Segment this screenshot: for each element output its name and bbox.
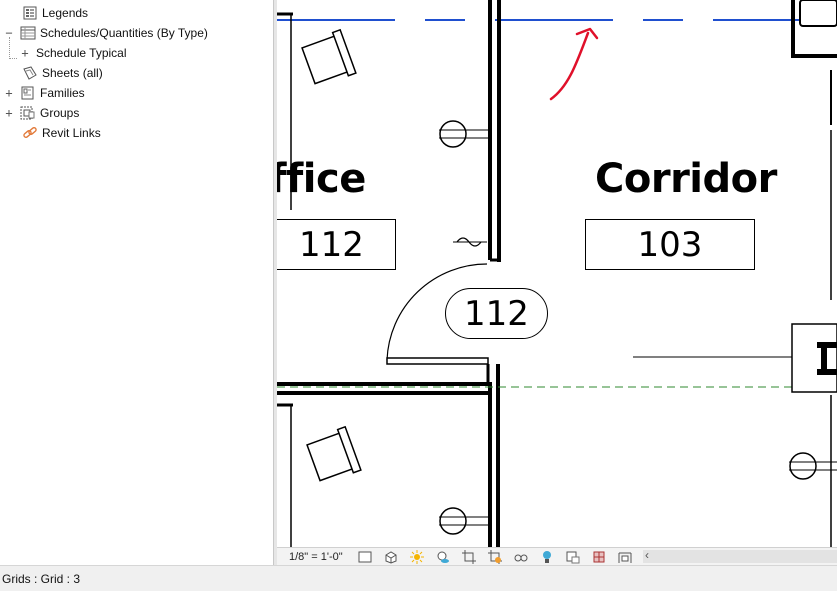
- room-number-corridor[interactable]: 103: [585, 219, 755, 270]
- tree-item-label: Legends: [42, 6, 89, 20]
- tree-item-families[interactable]: + Families: [4, 83, 85, 103]
- analytical-model-icon[interactable]: [591, 549, 607, 565]
- tree-item-label: Groups: [40, 106, 80, 120]
- tree-expander: [6, 68, 16, 78]
- tree-expander: [6, 8, 16, 18]
- expand-icon[interactable]: +: [4, 86, 14, 100]
- scroll-left-icon[interactable]: ‹: [645, 548, 649, 562]
- crop-view-icon[interactable]: [461, 549, 477, 565]
- visual-style-icon[interactable]: [383, 549, 399, 565]
- legend-icon: [22, 5, 38, 21]
- tree-item-label: Families: [40, 86, 85, 100]
- status-bar: Grids : Grid : 3: [0, 565, 837, 591]
- shadows-icon[interactable]: [435, 549, 451, 565]
- tree-item-label: Sheets (all): [42, 66, 103, 80]
- tree-item-groups[interactable]: + Groups: [4, 103, 79, 123]
- door-tag[interactable]: 112: [445, 288, 548, 339]
- tree-item-schedule-typical[interactable]: + Schedule Typical: [20, 43, 127, 63]
- show-crop-icon[interactable]: [487, 549, 503, 565]
- sun-path-icon[interactable]: [409, 549, 425, 565]
- highlight-displacement-icon[interactable]: [617, 549, 633, 565]
- drawing-area[interactable]: ffice 112 Corridor 103 112: [277, 0, 837, 547]
- reveal-hidden-icon[interactable]: [539, 549, 555, 565]
- expand-icon[interactable]: +: [4, 106, 14, 120]
- tree-item-legends[interactable]: Legends: [6, 3, 88, 23]
- view-control-bar: 1/8" = 1'-0" ‹: [277, 547, 837, 565]
- tree-item-revit-links[interactable]: Revit Links: [6, 123, 101, 143]
- families-icon: [20, 85, 36, 101]
- revit-links-icon: [22, 125, 38, 141]
- tree-item-label: Schedule Typical: [36, 46, 127, 60]
- room-name-corridor[interactable]: Corridor: [595, 156, 777, 202]
- temporary-hide-icon[interactable]: [513, 549, 529, 565]
- detail-level-icon[interactable]: [357, 549, 373, 565]
- room-number-office[interactable]: 112: [277, 219, 396, 270]
- annotation-arrow: [549, 31, 590, 101]
- tree-expander: [6, 128, 16, 138]
- room-name-office[interactable]: ffice: [277, 156, 366, 202]
- lock-3d-icon[interactable]: [565, 549, 581, 565]
- tree-item-sheets[interactable]: Sheets (all): [6, 63, 103, 83]
- floor-plan: [277, 0, 837, 547]
- tree-item-label: Revit Links: [42, 126, 101, 140]
- sheets-icon: [22, 65, 38, 81]
- status-text: Grids : Grid : 3: [2, 571, 81, 586]
- tree-item-label: Schedules/Quantities (By Type): [40, 26, 208, 40]
- view-scale[interactable]: 1/8" = 1'-0": [289, 551, 343, 563]
- horizontal-scrollbar[interactable]: ‹: [643, 548, 837, 563]
- project-browser: Legends − Schedules/Quantities (By Type)…: [0, 0, 274, 565]
- schedule-icon: [20, 25, 36, 41]
- expand-icon[interactable]: +: [20, 46, 30, 60]
- tree-item-schedules[interactable]: − Schedules/Quantities (By Type): [4, 23, 208, 43]
- groups-icon: [20, 105, 36, 121]
